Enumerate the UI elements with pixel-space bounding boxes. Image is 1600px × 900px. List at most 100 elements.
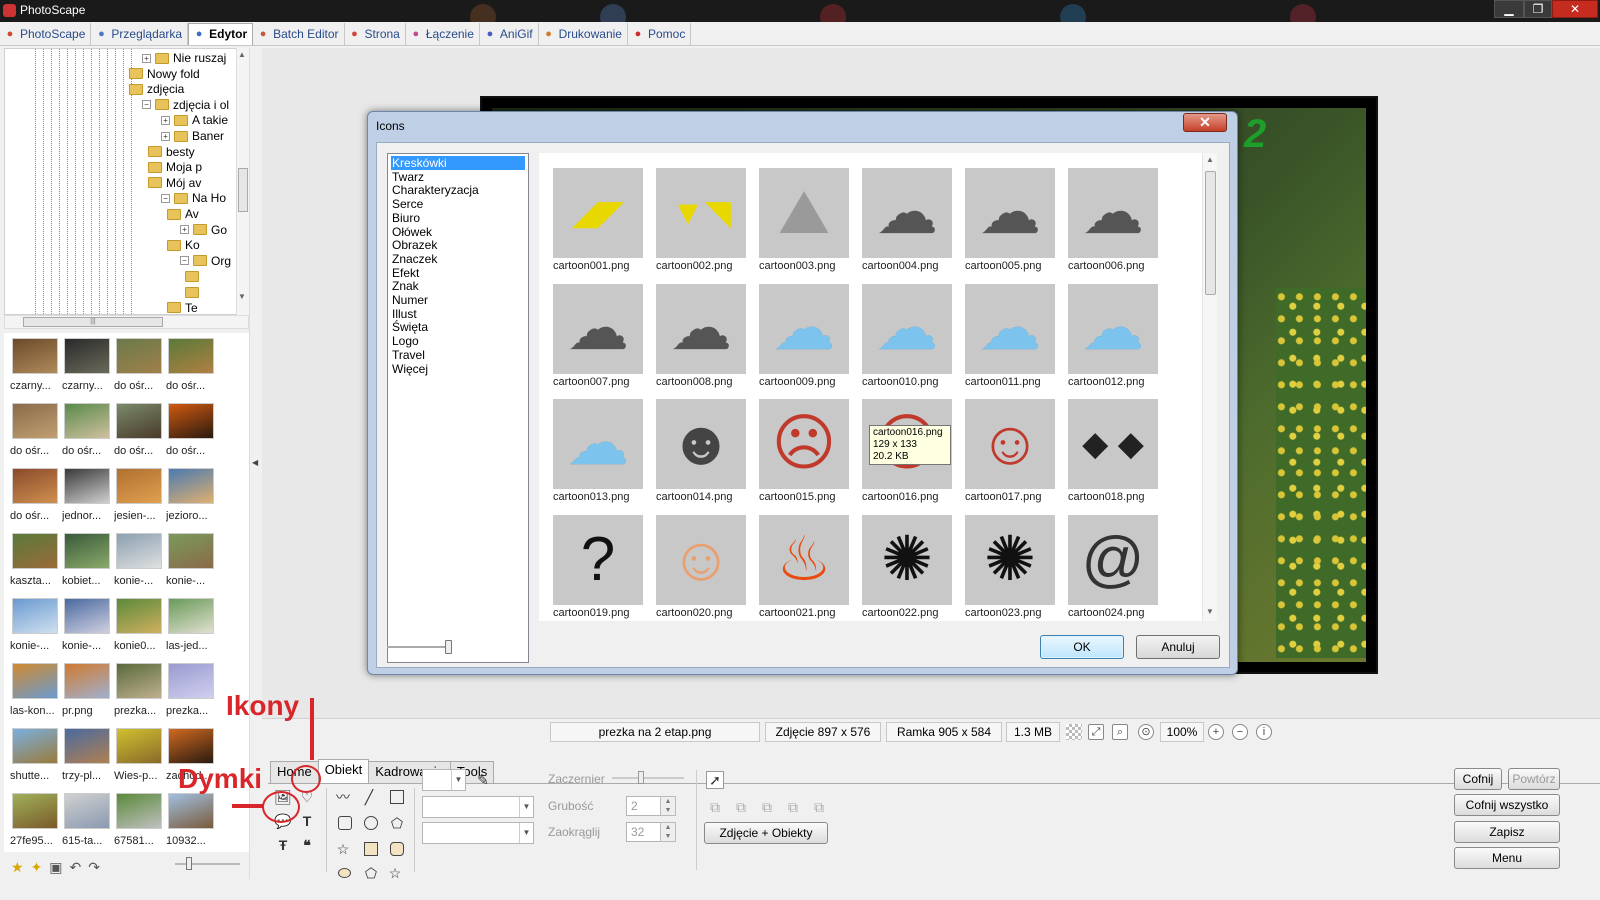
- thumbnail-item[interactable]: konie-...: [112, 529, 164, 593]
- tree-expander-icon[interactable]: −: [142, 100, 151, 110]
- tree-node[interactable]: Te: [167, 300, 198, 314]
- thumbnail-item[interactable]: prezka...: [112, 659, 164, 723]
- tree-node[interactable]: Ko: [167, 237, 200, 253]
- icon-cell[interactable]: ✺ cartoon023.png: [965, 514, 1057, 625]
- thumbnail-item[interactable]: konie0...: [112, 594, 164, 658]
- line-style-combo[interactable]: ▼: [422, 796, 534, 818]
- tree-expander-icon[interactable]: −: [180, 256, 189, 266]
- icon-cell[interactable]: ☁ cartoon011.png: [965, 283, 1057, 394]
- category-item[interactable]: Znak: [391, 279, 525, 293]
- close-window-button[interactable]: ✕: [1552, 0, 1598, 18]
- icon-cell[interactable]: ▼◥ cartoon002.png: [656, 168, 748, 278]
- thumbnail-item[interactable]: kaszta...: [8, 529, 60, 593]
- icon-cell[interactable]: ⛰ cartoon003.png: [759, 168, 851, 278]
- tree-node[interactable]: [185, 284, 203, 300]
- menu-tab-0[interactable]: ● PhotoScape: [0, 22, 92, 45]
- icon-cell[interactable]: ☁ cartoon006.png: [1068, 168, 1160, 278]
- round-spinner[interactable]: ▲ ▼: [660, 822, 676, 842]
- thumbnail-item[interactable]: jednor...: [60, 464, 112, 528]
- text-style-icon[interactable]: Ŧ: [274, 836, 292, 854]
- icon-grid-scrollbar[interactable]: ▲ ▼: [1202, 153, 1217, 621]
- thumbnail-item[interactable]: las-kon...: [8, 659, 60, 723]
- icon-cell[interactable]: ☹ cartoon015.png: [759, 399, 851, 509]
- back-arrow-icon[interactable]: ↶: [70, 859, 82, 876]
- quote-icon[interactable]: ❝: [298, 836, 316, 854]
- star-plus-icon[interactable]: ✦: [31, 859, 43, 876]
- scroll-up-icon[interactable]: ▲: [238, 50, 248, 60]
- icon-cell[interactable]: ☁ cartoon012.png: [1068, 283, 1160, 394]
- menu-tab-4[interactable]: ● Strona: [345, 22, 406, 45]
- scroll-down-icon[interactable]: ▼: [238, 292, 248, 302]
- filled-star-icon[interactable]: ☆: [386, 864, 404, 882]
- thumb-size-slider-track[interactable]: [175, 863, 240, 865]
- thumbnail-item[interactable]: las-jed...: [164, 594, 216, 658]
- editor-tab-obiekt[interactable]: Obiekt: [317, 759, 370, 783]
- thumbnail-item[interactable]: konie-...: [8, 594, 60, 658]
- undo-button[interactable]: Cofnij: [1454, 768, 1502, 790]
- icon-cell[interactable]: ✺ cartoon022.png: [862, 514, 954, 625]
- fit-icon[interactable]: ⤢: [1088, 724, 1104, 740]
- thumbnail-item[interactable]: 615-ta...: [60, 789, 112, 852]
- icon-size-slider-knob[interactable]: [445, 640, 452, 654]
- icon-cell[interactable]: ☻ cartoon014.png: [656, 399, 748, 509]
- icon-cell[interactable]: ☁ cartoon009.png: [759, 283, 851, 394]
- menu-tab-6[interactable]: ● AniGif: [480, 22, 539, 45]
- tree-node[interactable]: besty: [148, 144, 195, 160]
- tree-node[interactable]: + A takie: [161, 112, 228, 128]
- layer-icon[interactable]: ⧉: [706, 798, 724, 816]
- tree-node[interactable]: Nowy fold: [129, 66, 200, 82]
- menu-tab-3[interactable]: ● Batch Editor: [253, 22, 345, 45]
- tree-hscroll-thumb[interactable]: |||: [23, 317, 163, 327]
- tree-node[interactable]: + Go: [180, 222, 227, 238]
- menu-tab-5[interactable]: ● Łączenie: [406, 22, 480, 45]
- tree-node[interactable]: Mój av: [148, 175, 201, 191]
- icon-cell[interactable]: @ cartoon024.png: [1068, 514, 1160, 625]
- category-item[interactable]: Illust: [391, 307, 525, 321]
- tree-expander-icon[interactable]: +: [161, 131, 170, 141]
- thumbnail-item[interactable]: do ośr...: [8, 399, 60, 463]
- eyedropper-icon[interactable]: ✎: [474, 771, 492, 789]
- text-tool-icon[interactable]: T: [298, 812, 316, 830]
- save-button[interactable]: Zapisz: [1454, 821, 1560, 843]
- tree-node[interactable]: Moja p: [148, 159, 202, 175]
- rectangle-icon[interactable]: [390, 790, 404, 804]
- icon-cell[interactable]: ☺ cartoon020.png: [656, 514, 748, 625]
- tree-vertical-scrollbar[interactable]: ▲ ▼: [236, 48, 249, 315]
- filled-rounded-rect-icon[interactable]: [390, 842, 404, 856]
- filled-circle-icon[interactable]: [338, 868, 351, 878]
- thumbnail-item[interactable]: 10932...: [164, 789, 216, 852]
- icon-cell[interactable]: ☁ cartoon004.png: [862, 168, 954, 278]
- category-item[interactable]: Charakteryzacja: [391, 183, 525, 197]
- thumbnail-item[interactable]: jezioro...: [164, 464, 216, 528]
- tree-expander-icon[interactable]: +: [161, 115, 170, 125]
- filled-pentagon-icon[interactable]: ⬠: [362, 864, 380, 882]
- thumbnail-item[interactable]: prezka...: [164, 659, 216, 723]
- category-item[interactable]: Numer: [391, 293, 525, 307]
- arrow-style-combo[interactable]: ▼: [422, 822, 534, 844]
- menu-tab-1[interactable]: ● Przeglądarka: [91, 22, 189, 45]
- folder-tree[interactable]: + Nie ruszaj Nowy fold zdjęcia − zdjęcia i ol…: [4, 48, 249, 315]
- tree-node[interactable]: zdjęcia: [129, 81, 184, 97]
- icon-cell[interactable]: ☁ cartoon013.png: [553, 399, 645, 509]
- icon-cell[interactable]: ◆ ◆ cartoon018.png: [1068, 399, 1160, 509]
- thumbnail-item[interactable]: kobiet...: [60, 529, 112, 593]
- tree-node[interactable]: + Baner: [161, 128, 224, 144]
- folder-icon[interactable]: ▣: [49, 859, 62, 876]
- thumbnail-item[interactable]: shutte...: [8, 724, 60, 788]
- info-icon[interactable]: i: [1256, 724, 1272, 740]
- category-item[interactable]: Serce: [391, 197, 525, 211]
- zoom-out-icon[interactable]: −: [1232, 724, 1248, 740]
- cancel-button[interactable]: Anuluj: [1136, 635, 1220, 659]
- select-pointer-icon[interactable]: ➚: [706, 771, 724, 789]
- category-item[interactable]: Travel: [391, 348, 525, 362]
- thumbnail-item[interactable]: pr.png: [60, 659, 112, 723]
- filled-rect-icon[interactable]: [364, 842, 378, 856]
- icon-cell[interactable]: ☺ cartoon017.png: [965, 399, 1057, 509]
- dialog-close-button[interactable]: ✕: [1183, 113, 1227, 132]
- thumbnail-item[interactable]: konie-...: [164, 529, 216, 593]
- thumb-size-slider-knob[interactable]: [186, 857, 192, 870]
- icon-size-slider[interactable]: [387, 640, 457, 654]
- icon-cell[interactable]: ☁ cartoon007.png: [553, 283, 645, 394]
- category-item[interactable]: Ołówek: [391, 225, 525, 239]
- thumbnail-item[interactable]: do ośr...: [112, 334, 164, 398]
